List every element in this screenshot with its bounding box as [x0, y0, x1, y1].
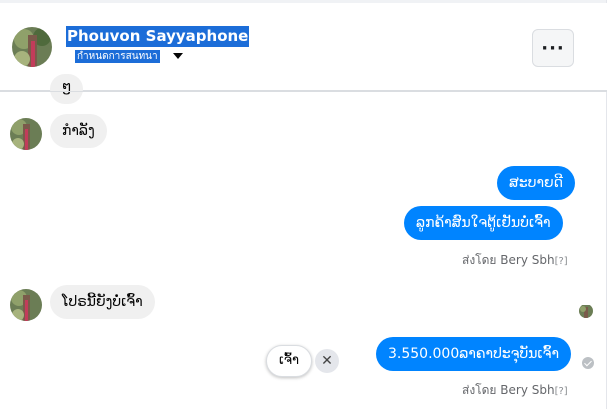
conversation-header: Phouvon Sayyaphone กำหนดการสนทนา ··· [0, 3, 607, 91]
sent-by-text: ส่งโดย Bery Sbh [462, 253, 555, 267]
sent-by-label: ส่งโดย Bery Sbh[?] [462, 381, 568, 400]
more-icon: ··· [541, 37, 565, 59]
contact-avatar-small[interactable] [10, 118, 42, 150]
sent-by-label: ส่งโดย Bery Sbh[?] [462, 251, 568, 270]
quick-reply-label: ເຈົ້າ [279, 353, 300, 368]
contact-avatar-small[interactable] [10, 289, 42, 321]
dismiss-quick-reply-button[interactable]: ✕ [315, 349, 339, 373]
sent-by-text: ส่งโดย Bery Sbh [462, 383, 555, 397]
quick-reply-chip[interactable]: ເຈົ້າ [266, 345, 313, 377]
message-text: ໂປຣນີ້ຍັງບໍ່ເຈົ້າ [62, 294, 143, 310]
caret-down-icon[interactable] [173, 53, 183, 59]
message-text: ສະບາຍດີ [509, 175, 563, 191]
message-bubble-incoming[interactable]: ໆ [50, 74, 84, 104]
help-mark[interactable]: [?] [555, 256, 568, 267]
seen-avatar-icon [579, 304, 593, 318]
message-bubble-outgoing[interactable]: ສະບາຍດີ [497, 166, 575, 200]
header-divider [0, 91, 607, 92]
contact-avatar[interactable] [12, 27, 52, 67]
message-bubble-outgoing[interactable]: ລູກຄ້າສົນໃຈຕູ້ເຢັນບໍ່ເຈົ້າ [404, 206, 563, 240]
message-text: ໆ [62, 79, 72, 95]
more-options-button[interactable]: ··· [532, 29, 574, 67]
close-icon: ✕ [321, 353, 333, 369]
message-text: 3.550.000ລາຄາປະຈຸບັນເຈົ້າ [388, 346, 560, 362]
check-circle-icon [582, 357, 594, 369]
help-mark[interactable]: [?] [555, 386, 568, 397]
conversation-status[interactable]: กำหนดการสนทนา [75, 50, 160, 63]
message-bubble-outgoing[interactable]: 3.550.000ລາຄາປະຈຸບັນເຈົ້າ [376, 337, 572, 371]
message-bubble-incoming[interactable]: ໂປຣນີ້ຍັງບໍ່ເຈົ້າ [50, 285, 155, 319]
message-text: ກໍາລັງ [62, 123, 95, 139]
message-bubble-incoming[interactable]: ກໍາລັງ [50, 114, 107, 148]
message-text: ລູກຄ້າສົນໃຈຕູ້ເຢັນບໍ່ເຈົ້າ [416, 215, 551, 231]
contact-name[interactable]: Phouvon Sayyaphone [66, 26, 250, 47]
